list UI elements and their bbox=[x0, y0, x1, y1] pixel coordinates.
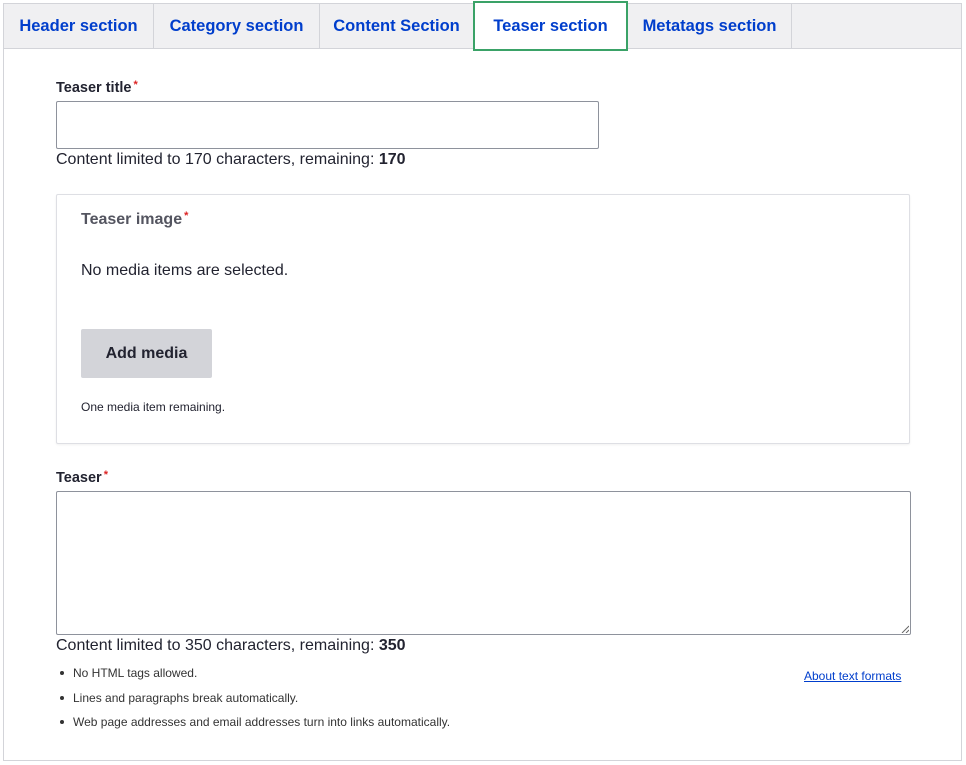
tab-header-section[interactable]: Header section bbox=[4, 4, 154, 48]
teaser-label: Teaser * bbox=[56, 469, 108, 486]
teaser-form-panel: Header section Category section Content … bbox=[3, 1, 962, 761]
required-marker: * bbox=[184, 210, 189, 222]
teaser-title-input[interactable] bbox=[56, 101, 599, 149]
tip-item: Lines and paragraphs break automatically… bbox=[56, 691, 450, 716]
tab-content-section[interactable]: Content Section bbox=[320, 4, 474, 48]
add-media-button[interactable]: Add media bbox=[81, 329, 212, 378]
about-text-formats-link[interactable]: About text formats bbox=[804, 669, 901, 683]
teaser-image-label-text: Teaser image bbox=[81, 211, 183, 228]
teaser-title-label: Teaser title * bbox=[56, 79, 138, 96]
tab-metatags-section[interactable]: Metatags section bbox=[628, 4, 792, 48]
teaser-counter-remaining: 350 bbox=[378, 637, 406, 654]
teaser-textarea[interactable] bbox=[56, 491, 911, 635]
tip-item: No HTML tags allowed. bbox=[56, 666, 450, 691]
teaser-title-counter-text: Content limited to 170 characters, remai… bbox=[56, 151, 379, 168]
teaser-title-label-text: Teaser title bbox=[56, 80, 132, 96]
tip-item: Web page addresses and email addresses t… bbox=[56, 715, 450, 740]
teaser-counter-text: Content limited to 350 characters, remai… bbox=[56, 637, 379, 654]
media-remaining-hint: One media item remaining. bbox=[81, 400, 226, 414]
tab-category-section[interactable]: Category section bbox=[154, 4, 320, 48]
teaser-image-label: Teaser image * bbox=[81, 210, 189, 229]
section-tab-bar: Header section Category section Content … bbox=[4, 1, 961, 51]
teaser-image-fieldset: Teaser image * No media items are selecte… bbox=[56, 194, 910, 444]
teaser-counter: Content limited to 350 characters, remai… bbox=[56, 637, 406, 655]
tab-teaser-section[interactable]: Teaser section bbox=[473, 1, 628, 51]
required-marker: * bbox=[103, 469, 108, 481]
no-media-message: No media items are selected. bbox=[81, 262, 289, 279]
required-marker: * bbox=[133, 79, 138, 91]
teaser-title-counter-remaining: 170 bbox=[378, 151, 406, 168]
teaser-title-counter: Content limited to 170 characters, remai… bbox=[56, 151, 406, 169]
teaser-label-text: Teaser bbox=[56, 470, 102, 486]
text-format-tips: No HTML tags allowed. Lines and paragrap… bbox=[56, 666, 450, 740]
